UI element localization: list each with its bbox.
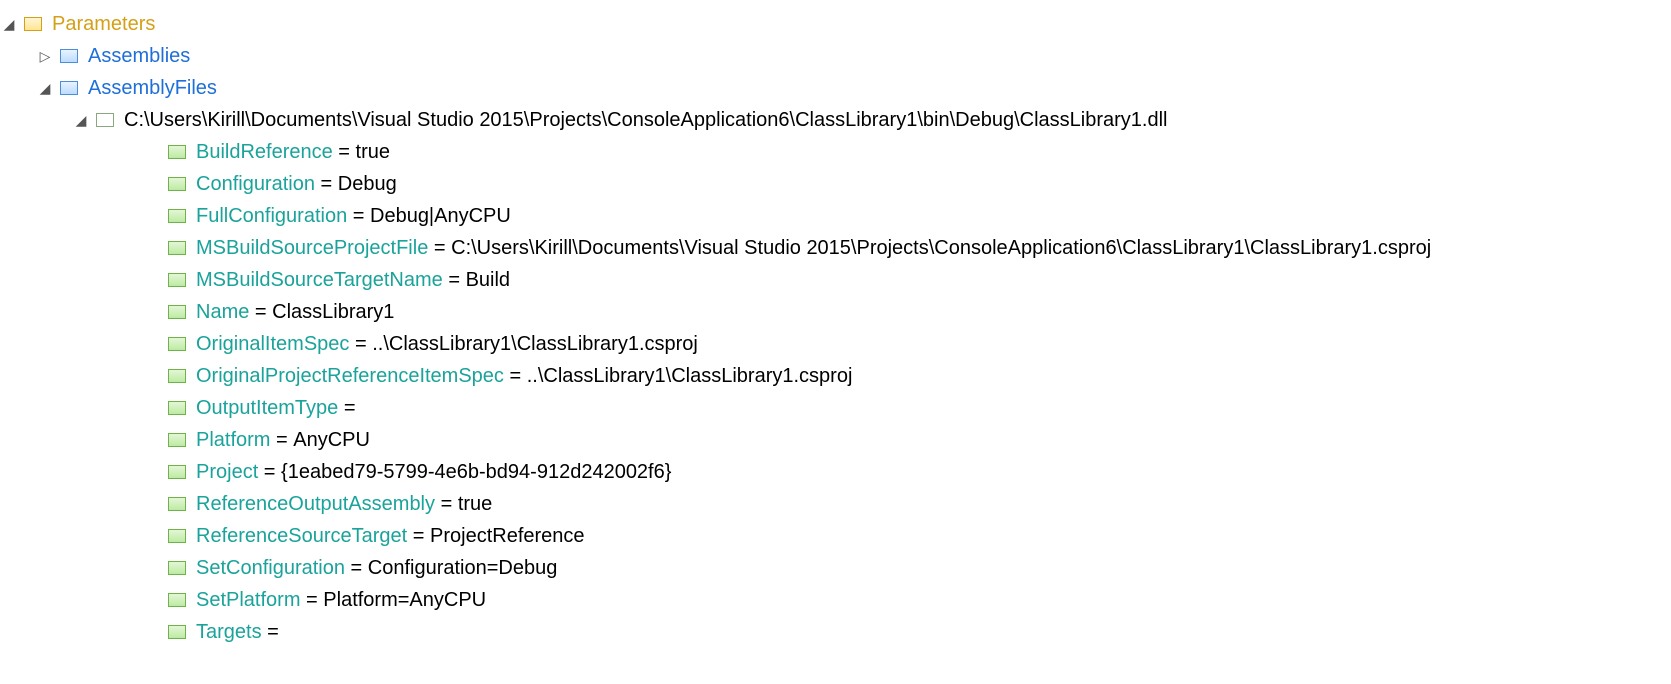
- expand-toggle[interactable]: ◢: [36, 77, 54, 99]
- equals-sign: =: [345, 552, 368, 584]
- tree-node-property[interactable]: Configuration = Debug: [168, 168, 397, 200]
- expand-toggle[interactable]: ▷: [36, 45, 54, 67]
- property-key: ReferenceSourceTarget: [196, 520, 407, 552]
- expand-toggle[interactable]: ◢: [0, 13, 18, 35]
- property-value: Platform=AnyCPU: [323, 584, 486, 616]
- property-icon: [168, 561, 186, 575]
- property-icon: [168, 177, 186, 191]
- tree-node-property[interactable]: SetPlatform = Platform=AnyCPU: [168, 584, 486, 616]
- property-icon: [168, 241, 186, 255]
- equals-sign: =: [435, 488, 458, 520]
- param-group-icon: [60, 49, 78, 63]
- property-icon: [168, 337, 186, 351]
- equals-sign: =: [443, 264, 466, 296]
- tree-node-assemblies[interactable]: Assemblies: [60, 40, 190, 72]
- equals-sign: =: [262, 616, 285, 648]
- property-value: Build: [466, 264, 510, 296]
- property-icon: [168, 209, 186, 223]
- property-key: SetPlatform: [196, 584, 300, 616]
- expand-toggle[interactable]: ◢: [72, 109, 90, 131]
- property-value: true: [458, 488, 492, 520]
- tree-node-property[interactable]: Platform = AnyCPU: [168, 424, 370, 456]
- equals-sign: =: [338, 392, 361, 424]
- property-icon: [168, 529, 186, 543]
- property-value: {1eabed79-5799-4e6b-bd94-912d242002f6}: [281, 456, 671, 488]
- property-value: AnyCPU: [293, 424, 370, 456]
- property-key: BuildReference: [196, 136, 333, 168]
- property-value: ProjectReference: [430, 520, 585, 552]
- property-key: MSBuildSourceTargetName: [196, 264, 443, 296]
- property-key: ReferenceOutputAssembly: [196, 488, 435, 520]
- tree-node-dll-path[interactable]: C:\Users\Kirill\Documents\Visual Studio …: [96, 104, 1167, 136]
- tree-node-property[interactable]: Project = {1eabed79-5799-4e6b-bd94-912d2…: [168, 456, 671, 488]
- property-icon: [168, 433, 186, 447]
- property-value: Debug|AnyCPU: [370, 200, 511, 232]
- property-key: SetConfiguration: [196, 552, 345, 584]
- equals-sign: =: [504, 360, 527, 392]
- tree-node-property[interactable]: OriginalProjectReferenceItemSpec = ..\Cl…: [168, 360, 852, 392]
- property-icon: [168, 305, 186, 319]
- tree-node-parameters[interactable]: Parameters: [24, 8, 155, 40]
- property-key: OriginalItemSpec: [196, 328, 349, 360]
- tree-node-property[interactable]: Name = ClassLibrary1: [168, 296, 394, 328]
- property-icon: [168, 497, 186, 511]
- equals-sign: =: [258, 456, 281, 488]
- folder-icon: [24, 17, 42, 31]
- property-icon: [168, 145, 186, 159]
- tree-node-property[interactable]: SetConfiguration = Configuration=Debug: [168, 552, 557, 584]
- property-key: Name: [196, 296, 249, 328]
- property-value: Configuration=Debug: [368, 552, 558, 584]
- node-label: Parameters: [52, 8, 155, 40]
- tree-node-property[interactable]: OutputItemType =: [168, 392, 361, 424]
- property-value: ..\ClassLibrary1\ClassLibrary1.csproj: [372, 328, 698, 360]
- property-value: Debug: [338, 168, 397, 200]
- item-icon: [96, 113, 114, 127]
- property-icon: [168, 465, 186, 479]
- param-group-icon: [60, 81, 78, 95]
- tree-node-property[interactable]: OriginalItemSpec = ..\ClassLibrary1\Clas…: [168, 328, 698, 360]
- property-icon: [168, 625, 186, 639]
- tree-node-property[interactable]: BuildReference = true: [168, 136, 390, 168]
- tree-node-property[interactable]: MSBuildSourceProjectFile = C:\Users\Kiri…: [168, 232, 1431, 264]
- property-icon: [168, 401, 186, 415]
- equals-sign: =: [347, 200, 370, 232]
- tree-node-assemblyfiles[interactable]: AssemblyFiles: [60, 72, 217, 104]
- property-key: Project: [196, 456, 258, 488]
- node-label: C:\Users\Kirill\Documents\Visual Studio …: [124, 104, 1167, 136]
- property-icon: [168, 593, 186, 607]
- tree-node-property[interactable]: MSBuildSourceTargetName = Build: [168, 264, 510, 296]
- property-key: Platform: [196, 424, 270, 456]
- property-icon: [168, 369, 186, 383]
- equals-sign: =: [428, 232, 451, 264]
- property-value: C:\Users\Kirill\Documents\Visual Studio …: [451, 232, 1431, 264]
- equals-sign: =: [407, 520, 430, 552]
- property-key: Targets: [196, 616, 262, 648]
- equals-sign: =: [270, 424, 293, 456]
- tree-node-property[interactable]: Targets =: [168, 616, 284, 648]
- equals-sign: =: [249, 296, 272, 328]
- property-value: true: [356, 136, 390, 168]
- property-value: ClassLibrary1: [272, 296, 394, 328]
- property-key: MSBuildSourceProjectFile: [196, 232, 428, 264]
- property-key: OutputItemType: [196, 392, 338, 424]
- tree-node-property[interactable]: ReferenceSourceTarget = ProjectReference: [168, 520, 585, 552]
- equals-sign: =: [333, 136, 356, 168]
- property-key: FullConfiguration: [196, 200, 347, 232]
- property-key: Configuration: [196, 168, 315, 200]
- property-value: ..\ClassLibrary1\ClassLibrary1.csproj: [527, 360, 853, 392]
- tree-node-property[interactable]: FullConfiguration = Debug|AnyCPU: [168, 200, 511, 232]
- node-label: Assemblies: [88, 40, 190, 72]
- node-label: AssemblyFiles: [88, 72, 217, 104]
- property-icon: [168, 273, 186, 287]
- property-key: OriginalProjectReferenceItemSpec: [196, 360, 504, 392]
- equals-sign: =: [300, 584, 323, 616]
- equals-sign: =: [349, 328, 372, 360]
- equals-sign: =: [315, 168, 338, 200]
- tree-node-property[interactable]: ReferenceOutputAssembly = true: [168, 488, 492, 520]
